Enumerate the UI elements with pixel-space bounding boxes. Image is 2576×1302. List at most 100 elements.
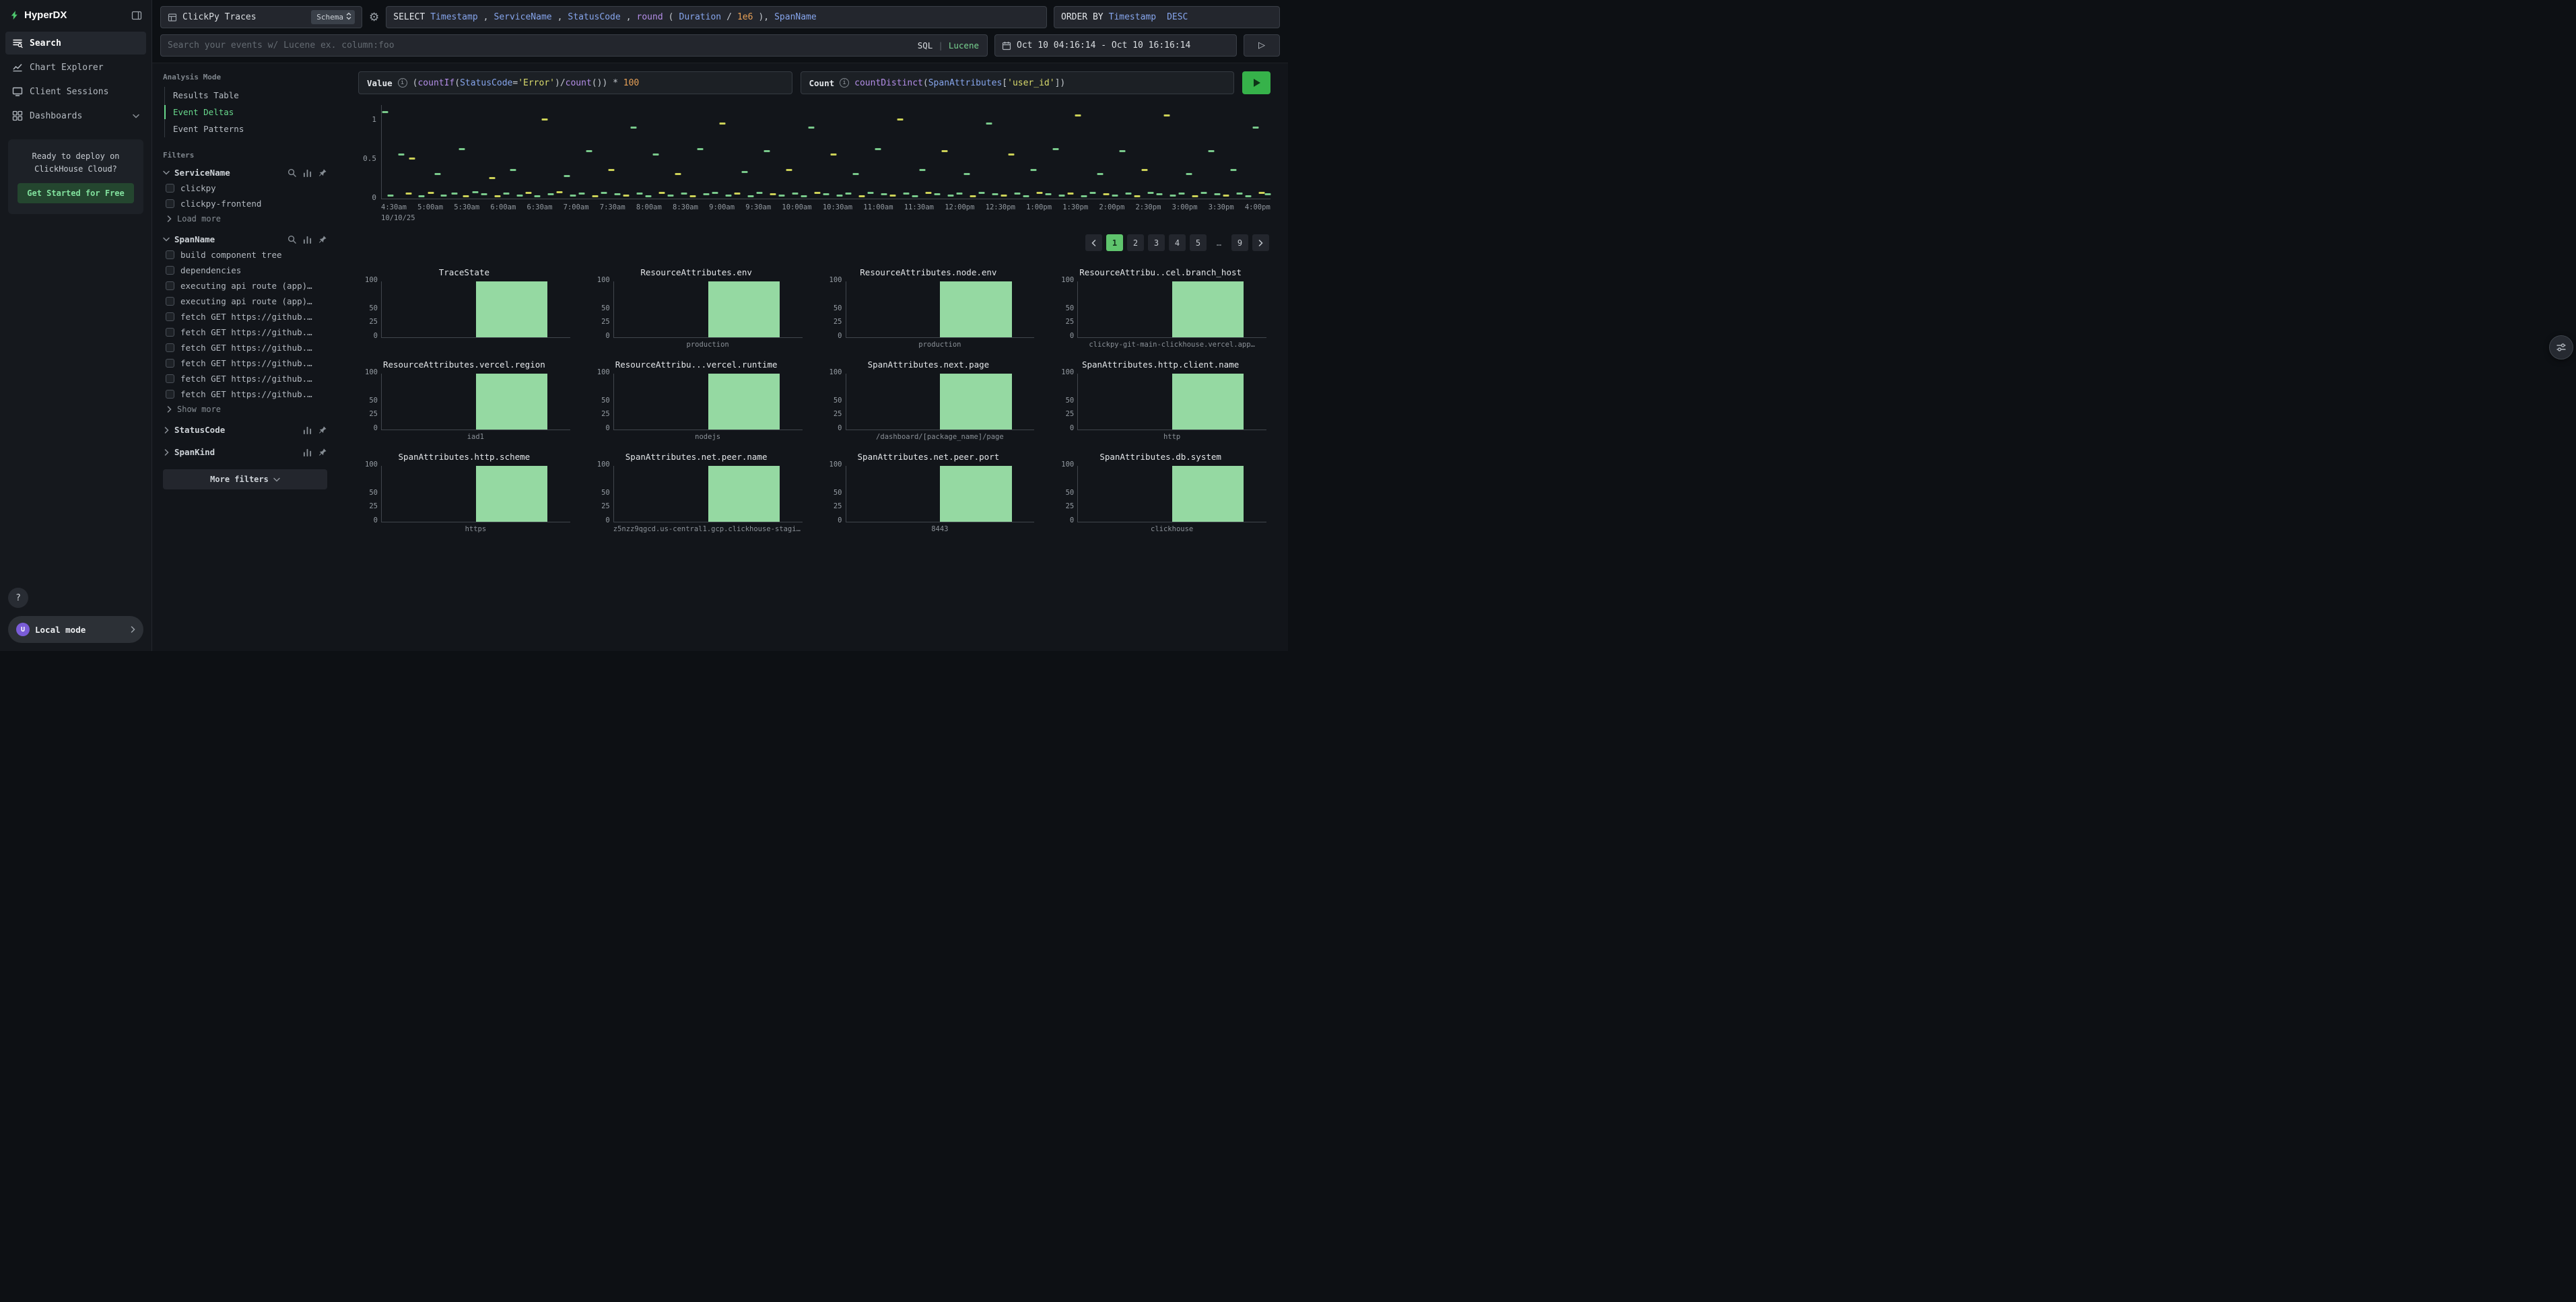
analysis-mode-event-deltas[interactable]: Event Deltas — [165, 104, 327, 121]
search-icon[interactable] — [287, 235, 296, 244]
checkbox[interactable] — [166, 266, 174, 275]
bar[interactable] — [708, 466, 780, 522]
pagination-next[interactable] — [1252, 234, 1269, 251]
chart-plot-area[interactable]: 10.50 — [381, 105, 1270, 199]
app-logo[interactable]: HyperDX — [9, 9, 67, 21]
pagination-page-5[interactable]: 5 — [1190, 234, 1207, 251]
sidebar-item-search[interactable]: Search — [5, 32, 146, 55]
filter-group-header-servicename[interactable]: ServiceName — [163, 165, 327, 180]
bar[interactable] — [1172, 281, 1244, 337]
checkbox[interactable] — [166, 390, 174, 399]
filter-value-row[interactable]: fetch GET https://github.… — [163, 309, 327, 324]
pin-icon[interactable] — [318, 448, 327, 456]
checkbox[interactable] — [166, 312, 174, 321]
load-more-button[interactable]: Load more — [163, 211, 327, 225]
bar[interactable] — [476, 374, 547, 430]
checkbox[interactable] — [166, 297, 174, 306]
filter-value-row[interactable]: fetch GET https://github.… — [163, 371, 327, 386]
sidebar-collapse-icon[interactable] — [131, 10, 142, 21]
chart-title: ResourceAttributes.env — [590, 267, 803, 277]
filter-value-row[interactable]: clickpy — [163, 180, 327, 196]
avatar: U — [16, 623, 30, 636]
pagination-page-3[interactable]: 3 — [1148, 234, 1165, 251]
show-more-button[interactable]: Show more — [163, 402, 327, 415]
filter-value-row[interactable]: fetch GET https://github.… — [163, 386, 327, 402]
bar[interactable] — [940, 374, 1011, 430]
bar[interactable] — [708, 281, 780, 337]
bar[interactable] — [1172, 466, 1244, 522]
pagination-page-2[interactable]: 2 — [1127, 234, 1144, 251]
value-expression-input[interactable]: Value i (countIf(StatusCode='Error')/cou… — [358, 71, 792, 94]
filter-value-row[interactable]: clickpy-frontend — [163, 196, 327, 211]
search-bar[interactable]: SQL | Lucene — [160, 34, 988, 57]
count-expression-input[interactable]: Count i countDistinct(SpanAttributes['us… — [801, 71, 1235, 94]
run-query-button[interactable] — [1242, 71, 1270, 94]
code-token: 100 — [623, 78, 639, 88]
filter-value-row[interactable]: executing api route (app)… — [163, 294, 327, 309]
filter-value-row[interactable]: fetch GET https://github.… — [163, 355, 327, 371]
get-started-button[interactable]: Get Started for Free — [18, 183, 134, 203]
pagination-page-1[interactable]: 1 — [1106, 234, 1123, 251]
help-button[interactable]: ? — [8, 588, 28, 608]
filter-group-header-spankind[interactable]: SpanKind — [163, 444, 327, 460]
checkbox[interactable] — [166, 281, 174, 290]
bar-chart-icon[interactable] — [303, 448, 312, 456]
pagination-page-4[interactable]: 4 — [1169, 234, 1186, 251]
delta-mark — [564, 175, 570, 177]
date-range-picker[interactable]: Oct 10 04:16:14 - Oct 10 16:16:14 — [994, 34, 1237, 57]
filter-value-row[interactable]: dependencies — [163, 263, 327, 278]
bar[interactable] — [940, 281, 1011, 337]
more-filters-button[interactable]: More filters — [163, 469, 327, 489]
sidebar-item-chart-explorer[interactable]: Chart Explorer — [5, 56, 146, 79]
filter-value-row[interactable]: fetch GET https://github.… — [163, 324, 327, 340]
pin-icon[interactable] — [318, 168, 327, 177]
attribute-bar-chart: ResourceAttribu..cel.branch_host10050250… — [1054, 267, 1266, 350]
bar[interactable] — [476, 281, 547, 337]
gear-icon[interactable]: ⚙ — [369, 11, 379, 24]
bar[interactable] — [708, 374, 780, 430]
filter-value-row[interactable]: fetch GET https://github.… — [163, 340, 327, 355]
filter-group-header-statuscode[interactable]: StatusCode — [163, 422, 327, 438]
filter-value-row[interactable]: executing api route (app)… — [163, 278, 327, 294]
delta-mark — [472, 191, 478, 193]
bar[interactable] — [940, 466, 1011, 522]
pagination-prev[interactable] — [1085, 234, 1102, 251]
source-selector[interactable]: ClickPy Traces Schema — [160, 6, 362, 28]
bar-chart-icon[interactable] — [303, 425, 312, 434]
delta-mark — [1103, 193, 1109, 195]
filter-value-row[interactable]: build component tree — [163, 247, 327, 263]
checkbox[interactable] — [166, 359, 174, 368]
schema-badge[interactable]: Schema — [311, 10, 355, 24]
checkbox[interactable] — [166, 250, 174, 259]
analysis-mode-event-patterns[interactable]: Event Patterns — [165, 121, 327, 137]
search-submit-button[interactable]: ▷ — [1244, 34, 1280, 57]
search-input[interactable] — [168, 40, 912, 50]
bar-chart-icon[interactable] — [303, 235, 312, 244]
filter-group-header-spanname[interactable]: SpanName — [163, 232, 327, 247]
y-axis-tick-label: 50 — [1066, 304, 1075, 312]
pin-icon[interactable] — [318, 235, 327, 244]
mode-sql[interactable]: SQL — [918, 40, 933, 50]
chart-settings-floating-button[interactable] — [2549, 335, 2573, 359]
sql-select-editor[interactable]: SELECT Timestamp, ServiceName, StatusCod… — [386, 6, 1047, 28]
checkbox[interactable] — [166, 184, 174, 193]
mode-lucene[interactable]: Lucene — [949, 40, 979, 50]
analysis-mode-results-table[interactable]: Results Table — [165, 87, 327, 104]
checkbox[interactable] — [166, 343, 174, 352]
checkbox[interactable] — [166, 374, 174, 383]
delta-mark — [846, 193, 852, 195]
sidebar-item-client-sessions[interactable]: Client Sessions — [5, 80, 146, 103]
order-by-editor[interactable]: ORDER BY Timestamp DESC — [1054, 6, 1280, 28]
sidebar-bottom: ? U Local mode — [0, 580, 151, 651]
local-mode-button[interactable]: U Local mode — [8, 616, 143, 643]
bar-chart-icon[interactable] — [303, 168, 312, 177]
code-token: , — [483, 12, 489, 22]
search-icon[interactable] — [287, 168, 296, 177]
pagination-page-9[interactable]: 9 — [1231, 234, 1248, 251]
checkbox[interactable] — [166, 199, 174, 208]
sidebar-item-dashboards[interactable]: Dashboards — [5, 104, 146, 127]
bar[interactable] — [1172, 374, 1244, 430]
pin-icon[interactable] — [318, 425, 327, 434]
checkbox[interactable] — [166, 328, 174, 337]
bar[interactable] — [476, 466, 547, 522]
